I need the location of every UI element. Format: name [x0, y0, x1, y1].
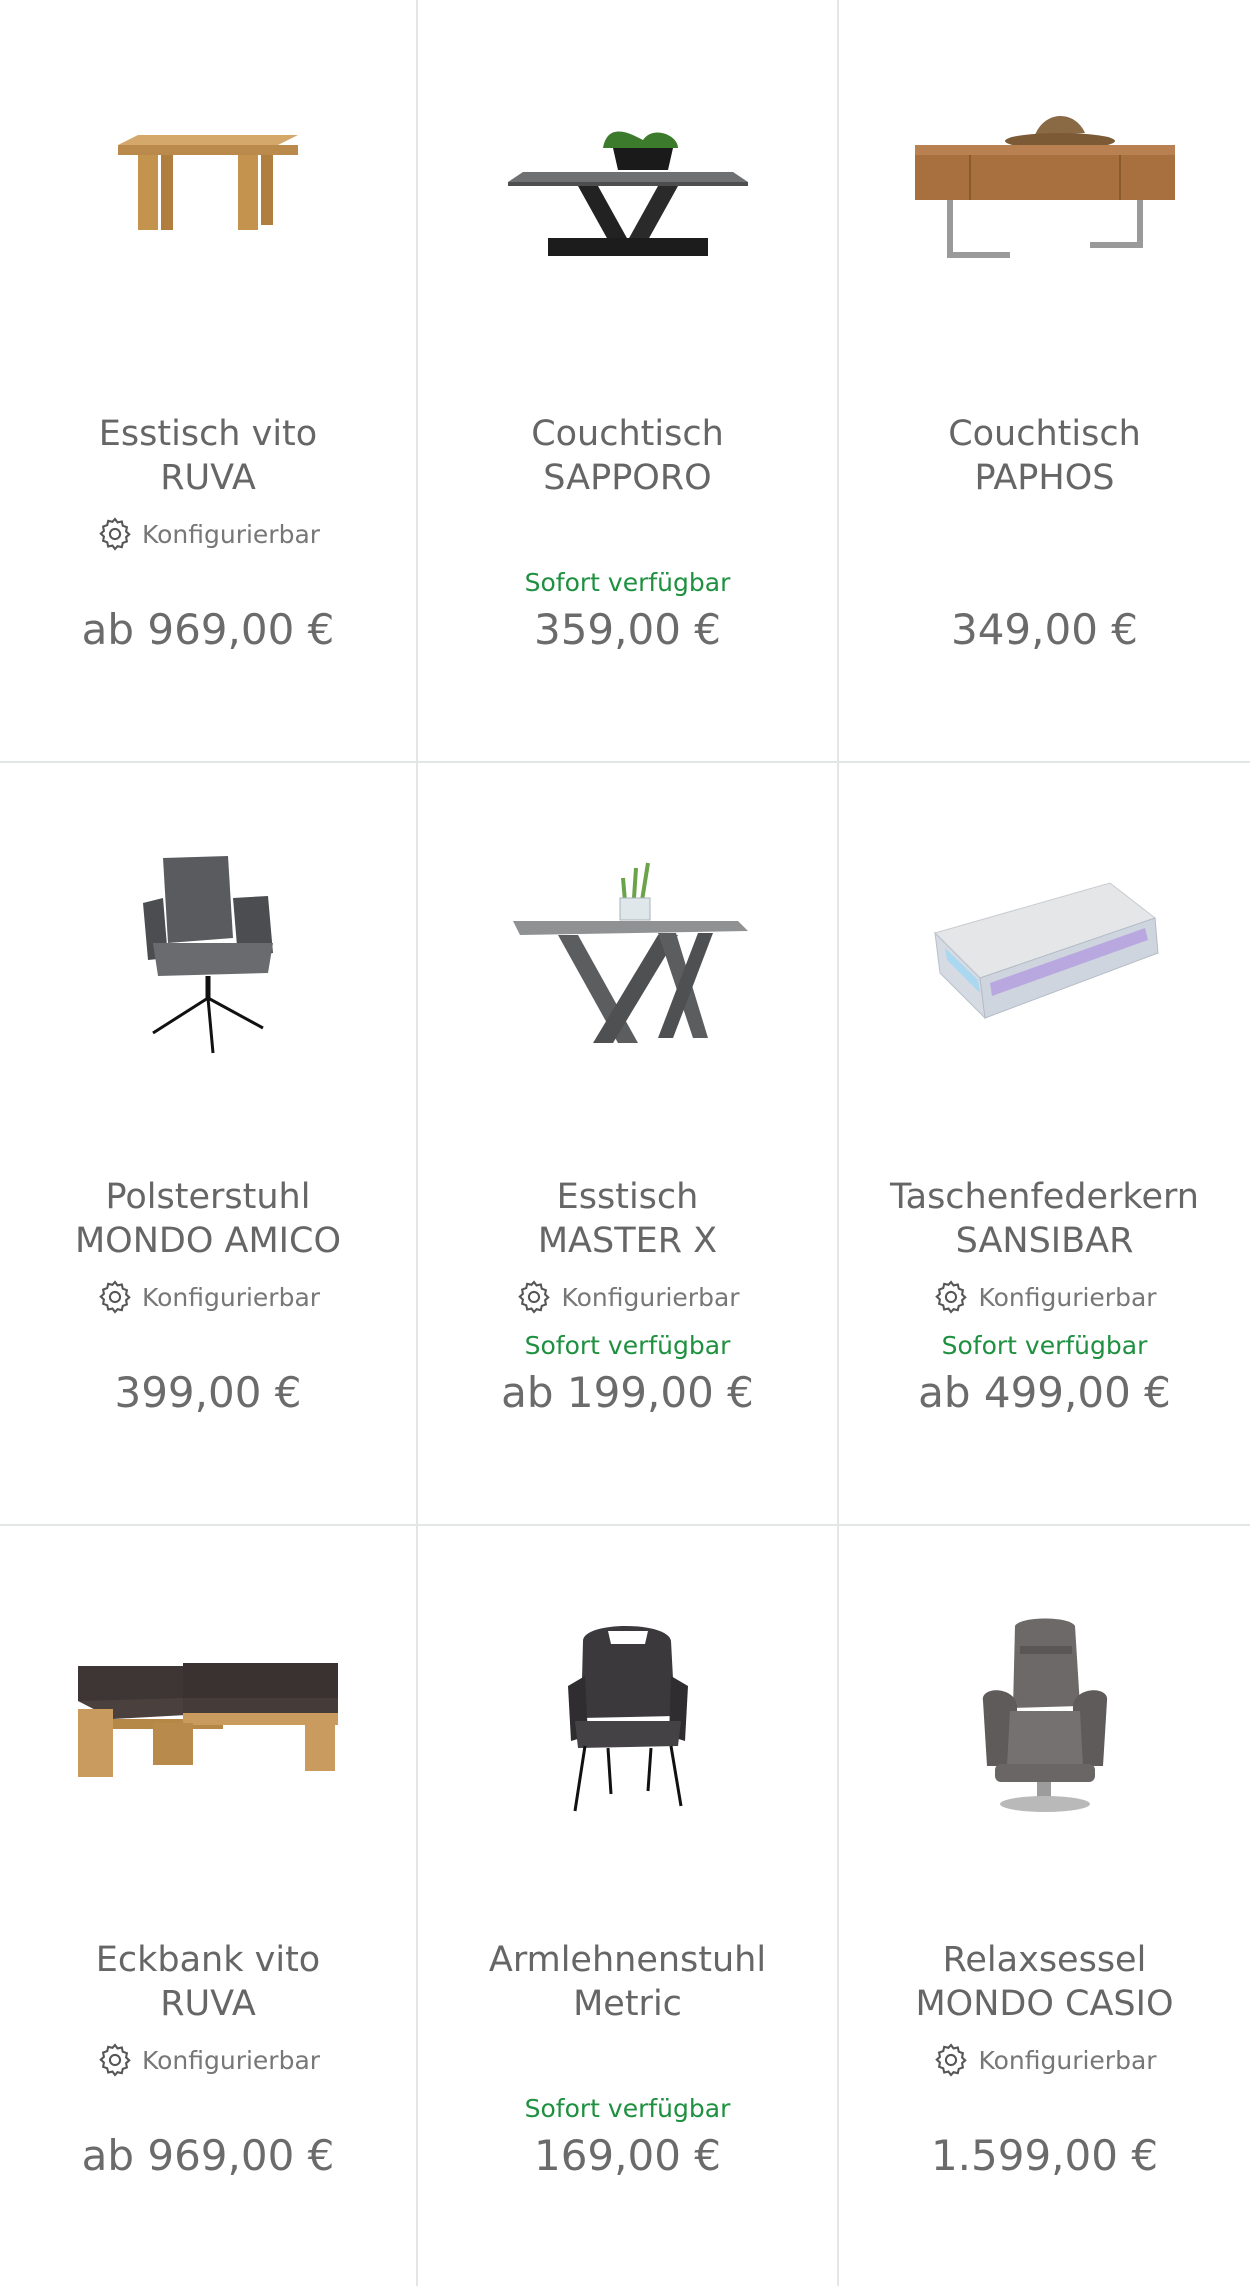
configurable-label: Konfigurierbar: [141, 1282, 321, 1312]
gear-icon: [99, 2043, 131, 2077]
gear-icon: [935, 1280, 968, 1314]
availability-status: Sofort verfügbar: [524, 1331, 731, 1360]
product-title-line1[interactable]: Relaxsessel: [855, 1938, 1234, 1982]
product-card[interactable]: Taschenfederkern SANSIBAR Konfigurierbar…: [839, 763, 1250, 1524]
product-title[interactable]: Polsterstuhl MONDO AMICO: [0, 1175, 416, 1263]
product-title-line2[interactable]: Metric: [434, 1982, 821, 2026]
configurable-badge: Konfigurierbar: [839, 2041, 1250, 2079]
availability-status: Sofort verfügbar: [524, 568, 731, 597]
product-title-line2[interactable]: MONDO AMICO: [16, 1219, 400, 1263]
product-image[interactable]: [839, 803, 1250, 1103]
product-title-line1[interactable]: Esstisch vito: [16, 412, 400, 456]
product-title-line2[interactable]: MONDO CASIO: [855, 1982, 1234, 2026]
configurable-badge: Konfigurierbar: [0, 2041, 416, 2079]
product-title-line2[interactable]: RUVA: [16, 1982, 400, 2026]
product-image[interactable]: [839, 1566, 1250, 1866]
product-title[interactable]: Armlehnenstuhl Metric: [418, 1938, 837, 2026]
product-title-line1[interactable]: Armlehnenstuhl: [434, 1938, 821, 1982]
availability-status: Sofort verfügbar: [941, 1331, 1148, 1360]
configurable-badge: Konfigurierbar: [418, 1278, 837, 1316]
availability-status: Sofort verfügbar: [524, 2094, 731, 2123]
product-image[interactable]: [418, 803, 837, 1103]
configurable-label: Konfigurierbar: [141, 2045, 321, 2075]
product-title[interactable]: Esstisch MASTER X: [418, 1175, 837, 1263]
product-row: Eckbank vito RUVA Konfigurierbar ab 969,…: [0, 1526, 1250, 2286]
product-card[interactable]: Eckbank vito RUVA Konfigurierbar ab 969,…: [0, 1526, 418, 2286]
product-price: ab 969,00 €: [81, 605, 335, 654]
product-card[interactable]: Esstisch vito RUVA Konfigurierbar ab 969…: [0, 0, 418, 761]
product-row: Polsterstuhl MONDO AMICO Konfigurierbar …: [0, 763, 1250, 1526]
product-title-line1[interactable]: Couchtisch: [434, 412, 821, 456]
product-title-line2[interactable]: SAPPORO: [434, 456, 821, 500]
product-price: 359,00 €: [533, 605, 722, 654]
product-image[interactable]: [418, 1566, 837, 1866]
product-title-line1[interactable]: Esstisch: [434, 1175, 821, 1219]
gear-icon: [518, 1280, 551, 1314]
configurable-badge: Konfigurierbar: [839, 1278, 1250, 1316]
product-image[interactable]: [0, 40, 416, 340]
product-title-line2[interactable]: PAPHOS: [855, 456, 1234, 500]
configurable-badge: Konfigurierbar: [0, 515, 416, 553]
product-title-line2[interactable]: RUVA: [16, 456, 400, 500]
product-price: 169,00 €: [533, 2131, 722, 2180]
product-row: Esstisch vito RUVA Konfigurierbar ab 969…: [0, 0, 1250, 763]
product-image[interactable]: [0, 803, 416, 1103]
configurable-label: Konfigurierbar: [978, 2045, 1157, 2075]
product-image[interactable]: [0, 1566, 416, 1866]
gear-icon: [935, 2043, 968, 2077]
product-image[interactable]: [418, 40, 837, 340]
product-price: ab 499,00 €: [918, 1368, 1171, 1417]
product-price: 1.599,00 €: [930, 2131, 1159, 2180]
product-price: 349,00 €: [950, 605, 1139, 654]
gear-icon: [99, 517, 131, 551]
product-title[interactable]: Couchtisch PAPHOS: [839, 412, 1250, 500]
product-title-line1[interactable]: Couchtisch: [855, 412, 1234, 456]
product-price: 399,00 €: [114, 1368, 302, 1417]
product-card[interactable]: Polsterstuhl MONDO AMICO Konfigurierbar …: [0, 763, 418, 1524]
configurable-label: Konfigurierbar: [561, 1282, 740, 1312]
product-title[interactable]: Eckbank vito RUVA: [0, 1938, 416, 2026]
product-card[interactable]: Relaxsessel MONDO CASIO Konfigurierbar 1…: [839, 1526, 1250, 2286]
product-title-line2[interactable]: SANSIBAR: [855, 1219, 1234, 1263]
product-price: ab 969,00 €: [81, 2131, 335, 2180]
product-card[interactable]: Esstisch MASTER X Konfigurierbar Sofort …: [418, 763, 839, 1524]
product-title[interactable]: Esstisch vito RUVA: [0, 412, 416, 500]
configurable-badge: Konfigurierbar: [0, 1278, 416, 1316]
product-title[interactable]: Relaxsessel MONDO CASIO: [839, 1938, 1250, 2026]
product-title-line1[interactable]: Eckbank vito: [16, 1938, 400, 1982]
product-title-line2[interactable]: MASTER X: [434, 1219, 821, 1263]
product-card[interactable]: Couchtisch PAPHOS 349,00 €: [839, 0, 1250, 761]
product-title[interactable]: Taschenfederkern SANSIBAR: [839, 1175, 1250, 1263]
product-card[interactable]: Couchtisch SAPPORO Sofort verfügbar 359,…: [418, 0, 839, 761]
product-card[interactable]: Armlehnenstuhl Metric Sofort verfügbar 1…: [418, 1526, 839, 2286]
product-title-line1[interactable]: Taschenfederkern: [855, 1175, 1234, 1219]
configurable-label: Konfigurierbar: [978, 1282, 1157, 1312]
product-price: ab 199,00 €: [501, 1368, 754, 1417]
product-grid: Esstisch vito RUVA Konfigurierbar ab 969…: [0, 0, 1250, 2286]
product-title-line1[interactable]: Polsterstuhl: [16, 1175, 400, 1219]
product-image[interactable]: [839, 40, 1250, 340]
configurable-label: Konfigurierbar: [141, 519, 321, 549]
gear-icon: [99, 1280, 131, 1314]
product-title[interactable]: Couchtisch SAPPORO: [418, 412, 837, 500]
